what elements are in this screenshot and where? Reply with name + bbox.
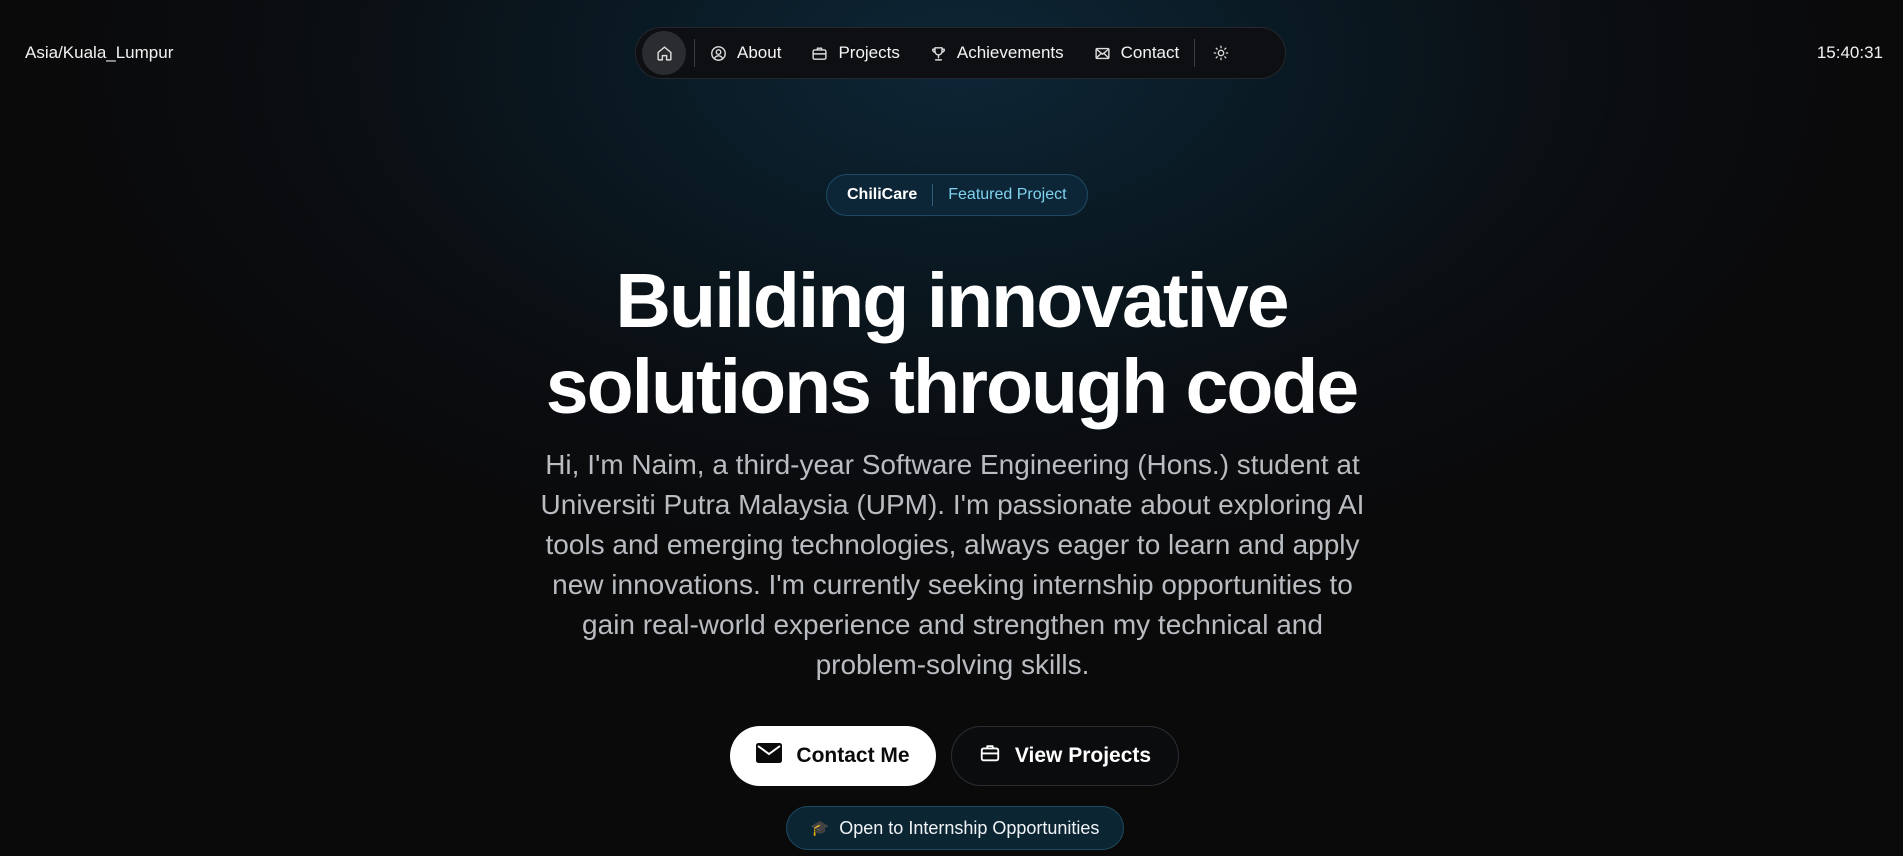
nav-item-label: Projects [838,43,900,62]
hero-intro: Hi, I'm Naim, a third-year Software Engi… [540,449,1365,680]
briefcase-icon [979,742,1001,770]
main-navigation: About Projects Achievements Contact [635,27,1286,79]
featured-project-badge[interactable]: ChiliCare Featured Project [826,174,1088,216]
timezone-label: Asia/Kuala_Lumpur [25,43,174,62]
view-projects-button[interactable]: View Projects [951,726,1179,786]
trophy-icon [930,45,947,62]
featured-project-name: ChiliCare [847,186,918,203]
nav-item-label: Achievements [956,43,1064,62]
user-circle-icon [710,45,727,62]
internship-status-text: Open to Internship Opportunities [839,817,1100,838]
nav-divider [1194,39,1196,67]
home-icon [656,45,673,62]
contact-me-label: Contact Me [796,744,910,767]
clock: 15:40:31 [1816,43,1883,62]
internship-status-badge: 🎓 Open to Internship Opportunities [786,806,1124,850]
headline-line-2: solutions through code [545,344,1359,430]
headline-line-1: Building innovative [615,258,1289,344]
nav-item-contact[interactable]: Contact [1079,31,1195,75]
sun-icon [1213,45,1229,61]
nav-item-about[interactable]: About [695,31,796,75]
nav-item-label: About [737,43,782,62]
badge-divider [932,184,934,206]
theme-toggle-button[interactable] [1199,31,1243,75]
nav-item-projects[interactable]: Projects [796,31,914,75]
home-button[interactable] [642,31,686,75]
view-projects-label: View Projects [1014,744,1152,767]
hero-headline: Building innovative solutions through co… [0,258,1903,430]
briefcase-icon [811,45,828,62]
nav-item-label: Contact [1120,43,1180,62]
nav-item-achievements[interactable]: Achievements [915,31,1079,75]
envelope-icon [756,743,783,769]
graduation-cap-icon: 🎓 [810,820,830,837]
contact-me-button[interactable]: Contact Me [730,726,936,786]
featured-project-label: Featured Project [948,186,1067,203]
mail-icon [1094,45,1111,62]
